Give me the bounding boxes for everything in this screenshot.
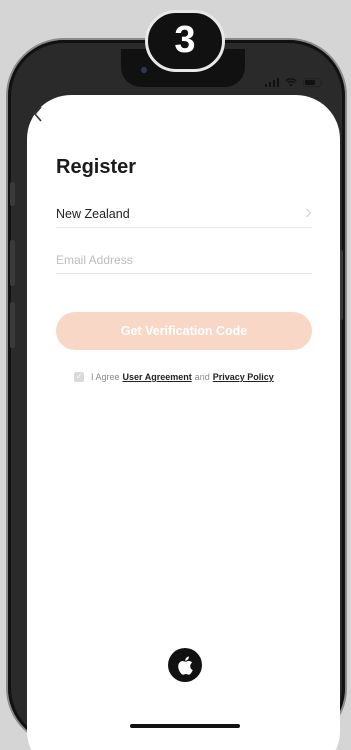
apple-logo-icon [178,656,193,675]
privacy-policy-link[interactable]: Privacy Policy [213,372,274,382]
side-button-mute [10,182,15,206]
apple-sign-in-button[interactable] [168,648,202,682]
side-button-volume-up [10,240,15,286]
front-camera [141,67,147,73]
back-chevron-icon[interactable] [32,104,48,128]
email-row [56,246,312,274]
country-value: New Zealand [56,206,130,221]
user-agreement-link[interactable]: User Agreement [123,372,192,382]
signal-icon [264,78,279,87]
agreement-row: ✓ I Agree User Agreement and Privacy Pol… [74,372,274,382]
wifi-icon [285,78,297,87]
home-indicator[interactable] [130,724,240,728]
chevron-right-icon [305,207,312,221]
agree-checkbox[interactable]: ✓ [74,372,84,382]
page-title: Register [56,156,137,178]
step-number-badge: 3 [145,10,225,72]
phone-frame [8,40,345,750]
get-verification-code-button[interactable]: Get Verification Code [56,312,312,350]
agree-prefix: I Agree [91,372,120,382]
email-field[interactable] [56,252,312,267]
side-button-volume-down [10,302,15,348]
battery-icon [303,78,323,87]
status-bar [264,78,323,87]
country-selector[interactable]: New Zealand [56,200,312,228]
agree-and: and [194,372,210,382]
